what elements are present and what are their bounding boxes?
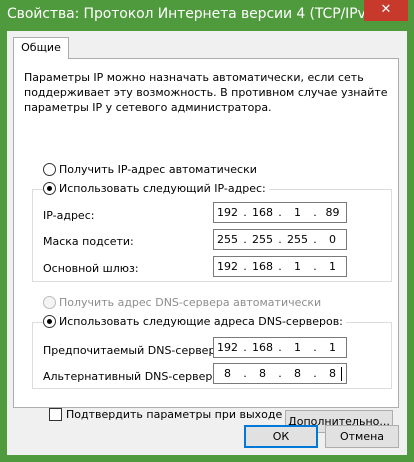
preferred-dns-label: Предпочитаемый DNS-сервер: <box>43 344 220 357</box>
checkbox-icon <box>49 408 62 421</box>
ip-octet: 192 <box>217 206 238 219</box>
ip-octet: 192 <box>217 341 238 354</box>
ip-octet: 168 <box>252 260 273 273</box>
ip-octet: 8 <box>294 367 301 380</box>
alternate-dns-field[interactable]: 8. 8. 8. 8 <box>213 363 347 384</box>
description-line: поддерживает эту возможность. В противно… <box>24 86 388 99</box>
ip-octet: 255 <box>217 233 238 246</box>
cancel-button[interactable]: Отмена <box>325 425 399 448</box>
ip-octet: 1 <box>294 260 301 273</box>
ip-octet: 1 <box>329 260 336 273</box>
ip-octet: 0 <box>329 233 336 246</box>
dns-manual-radio[interactable]: Использовать следующие адреса DNS-сервер… <box>43 315 346 328</box>
subnet-mask-label: Маска подсети: <box>43 235 134 248</box>
radio-button-disabled-icon <box>43 296 56 309</box>
title-bar[interactable]: Свойства: Протокол Интернета версии 4 (T… <box>0 0 414 31</box>
ip-octet: 89 <box>325 206 340 219</box>
text-cursor <box>341 367 342 381</box>
general-tab-page: Параметры IP можно назначать автоматичес… <box>13 58 399 433</box>
close-icon: ✕ <box>380 2 392 17</box>
ip-auto-label: Получить IP-адрес автоматически <box>59 163 257 176</box>
dns-auto-label: Получить адрес DNS-сервера автоматически <box>59 296 322 309</box>
default-gateway-label: Основной шлюз: <box>43 262 139 275</box>
ip-octet: 255 <box>252 233 273 246</box>
radio-button-selected-icon <box>43 315 56 328</box>
ip-address-field[interactable]: 192. 168. 1. 89 <box>213 202 347 223</box>
ip-octet: 168 <box>252 341 273 354</box>
radio-button-icon <box>43 163 56 176</box>
ip-octet: 8 <box>224 367 231 380</box>
subnet-mask-field[interactable]: 255. 255. 255. 0 <box>213 229 347 250</box>
description-line: параметры IP у сетевого администратора. <box>24 101 272 114</box>
dns-auto-radio[interactable]: Получить адрес DNS-сервера автоматически <box>43 296 325 309</box>
dns-manual-label: Использовать следующие адреса DNS-сервер… <box>59 315 343 328</box>
validate-on-exit-checkbox[interactable]: Подтвердить параметры при выходе <box>49 408 282 421</box>
ip-octet: 1 <box>294 206 301 219</box>
ip-octet: 255 <box>287 233 308 246</box>
close-button[interactable]: ✕ <box>364 0 408 21</box>
dialog-client-area: Общие Параметры IP можно назначать автом… <box>7 31 407 455</box>
alternate-dns-label: Альтернативный DNS-сервер: <box>43 370 217 383</box>
description-line: Параметры IP можно назначать автоматичес… <box>24 71 364 84</box>
ip-octet: 1 <box>329 341 336 354</box>
validate-on-exit-label: Подтвердить параметры при выходе <box>66 408 283 421</box>
dialog-window: Свойства: Протокол Интернета версии 4 (T… <box>0 0 414 462</box>
window-title: Свойства: Протокол Интернета версии 4 (T… <box>7 6 380 22</box>
ip-manual-radio[interactable]: Использовать следующий IP-адрес: <box>43 182 269 195</box>
ip-octet: 1 <box>294 341 301 354</box>
ip-auto-radio[interactable]: Получить IP-адрес автоматически <box>43 163 260 176</box>
radio-button-selected-icon <box>43 182 56 195</box>
ok-button[interactable]: ОК <box>244 425 318 448</box>
ip-manual-label: Использовать следующий IP-адрес: <box>59 182 266 195</box>
ip-address-label: IP-адрес: <box>43 209 95 222</box>
tab-general[interactable]: Общие <box>13 37 69 59</box>
preferred-dns-field[interactable]: 192. 168. 1. 1 <box>213 337 347 358</box>
ip-octet: 192 <box>217 260 238 273</box>
default-gateway-field[interactable]: 192. 168. 1. 1 <box>213 256 347 277</box>
description-text: Параметры IP можно назначать автоматичес… <box>24 70 390 115</box>
ip-octet: 168 <box>252 206 273 219</box>
ip-octet: 8 <box>259 367 266 380</box>
